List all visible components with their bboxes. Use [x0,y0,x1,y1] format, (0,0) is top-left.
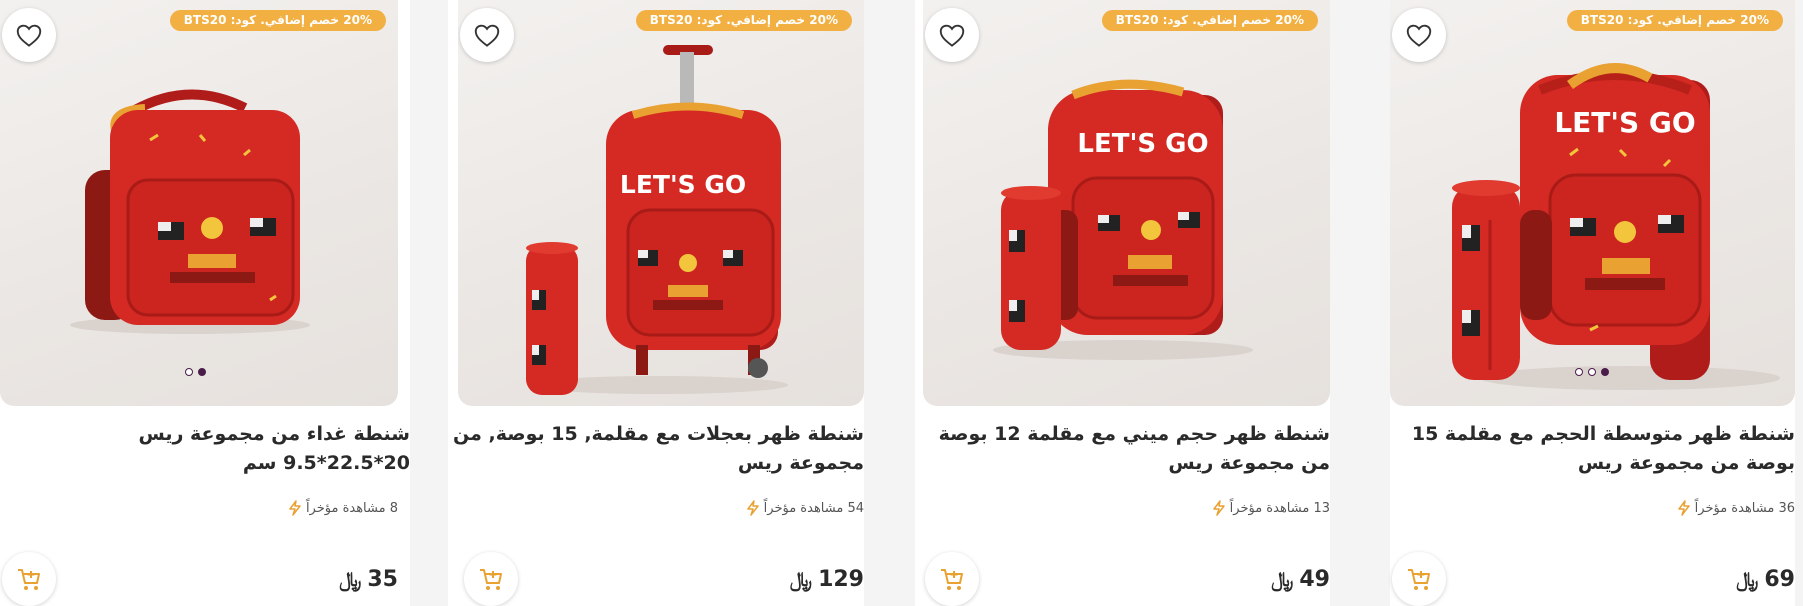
add-to-cart-button[interactable] [464,552,518,606]
lunch-bag-image [70,89,310,334]
recent-views-text: 36 مشاهدة مؤخراً [1694,500,1795,516]
add-to-cart-button[interactable] [1392,552,1446,606]
promo-badge: 20% خصم إضافي. كود: BTS20 [635,10,852,31]
promo-badge: 20% خصم إضافي. كود: BTS20 [1566,10,1783,31]
mini-backpack-with-pencil-case-image: LET'S GO [993,79,1253,360]
price-value: 49 [1299,567,1330,592]
recent-views: 8 مشاهدة مؤخراً [288,500,398,516]
currency-symbol: ﷼ [789,567,813,591]
price-value: 129 [818,567,864,592]
bag-print-text: LET'S GO [620,170,746,199]
currency-symbol: ﷼ [339,567,362,591]
product-title[interactable]: شنطة ظهر متوسطة الحجم مع مقلمة 15 بوصة م… [1390,420,1795,478]
recent-views: 13 مشاهدة مؤخراً [1212,500,1330,516]
product-card[interactable]: LET'S GO 20% خصم إضافي. كود: BTS20 شنطة … [448,0,864,606]
promo-badge: 20% خصم إضافي. كود: BTS20 [169,10,386,31]
price: 35 ﷼ [339,567,398,592]
heart-icon [939,24,965,47]
lightning-icon [746,500,759,516]
add-to-cart-icon [1408,569,1430,590]
currency-symbol: ﷼ [1271,567,1294,591]
price-value: 35 [367,567,398,592]
recent-views: 36 مشاهدة مؤخراً [1677,500,1795,516]
add-to-cart-icon [941,569,963,590]
lightning-icon [1677,500,1690,516]
add-to-cart-icon [18,569,40,590]
wishlist-button[interactable] [2,8,56,62]
product-card[interactable]: LET'S GO 20% خصم إضافي. كود: BTS20 شنطة … [915,0,1330,606]
product-image[interactable]: LET'S GO 20% خصم إضافي. كود: BTS20 [458,0,864,406]
recent-views-text: 54 مشاهدة مؤخراً [763,500,864,516]
wishlist-button[interactable] [1392,8,1446,62]
recent-views-text: 8 مشاهدة مؤخراً [305,500,398,516]
price: 49 ﷼ [1271,567,1330,592]
wishlist-button[interactable] [925,8,979,62]
carousel-dot[interactable] [185,368,193,376]
wishlist-button[interactable] [460,8,514,62]
trolley-backpack-image: LET'S GO [526,45,788,395]
product-card[interactable]: LET'S GO 20% خصم إضافي. كود: BTS20 شنطة … [1390,0,1795,606]
product-card[interactable]: 20% خصم إضافي. كود: BTS20 شنطة غداء من م… [0,0,410,606]
recent-views: 54 مشاهدة مؤخراً [746,500,864,516]
heart-icon [474,24,500,47]
heart-icon [16,24,42,47]
product-image[interactable]: LET'S GO 20% خصم إضافي. كود: BTS20 [1390,0,1795,406]
carousel-dot[interactable] [1575,368,1583,376]
carousel-dots[interactable] [185,368,206,376]
product-title[interactable]: شنطة غداء من مجموعة ريس 20*22.5*9.5 سم [12,420,410,478]
price-value: 69 [1764,567,1795,592]
carousel-dots[interactable] [1575,368,1609,376]
carousel-dot[interactable] [1588,368,1596,376]
price: 129 ﷼ [790,567,864,592]
bag-print-text: LET'S GO [1077,129,1208,159]
add-to-cart-button[interactable] [2,552,56,606]
lightning-icon [1212,500,1225,516]
product-title[interactable]: شنطة ظهر بعجلات مع مقلمة, 15 بوصة, من مج… [448,420,864,478]
carousel-dot-active[interactable] [1601,368,1609,376]
product-image[interactable]: LET'S GO 20% خصم إضافي. كود: BTS20 [923,0,1330,406]
price: 69 ﷼ [1736,567,1795,592]
bag-print-text: LET'S GO [1554,106,1695,139]
add-to-cart-icon [480,569,502,590]
recent-views-text: 13 مشاهدة مؤخراً [1229,500,1330,516]
product-strip: LET'S GO 20% خصم إضافي. كود: BTS20 شنطة … [0,0,1803,606]
add-to-cart-button[interactable] [925,552,979,606]
heart-icon [1406,24,1432,47]
product-image[interactable]: 20% خصم إضافي. كود: BTS20 [0,0,398,406]
currency-symbol: ﷼ [1736,567,1759,591]
promo-badge: 20% خصم إضافي. كود: BTS20 [1101,10,1318,31]
product-title[interactable]: شنطة ظهر حجم ميني مع مقلمة 12 بوصة من مج… [915,420,1330,478]
lightning-icon [289,500,301,516]
carousel-dot-active[interactable] [198,368,206,376]
backpack-with-pencil-case-image: LET'S GO [1452,63,1780,390]
